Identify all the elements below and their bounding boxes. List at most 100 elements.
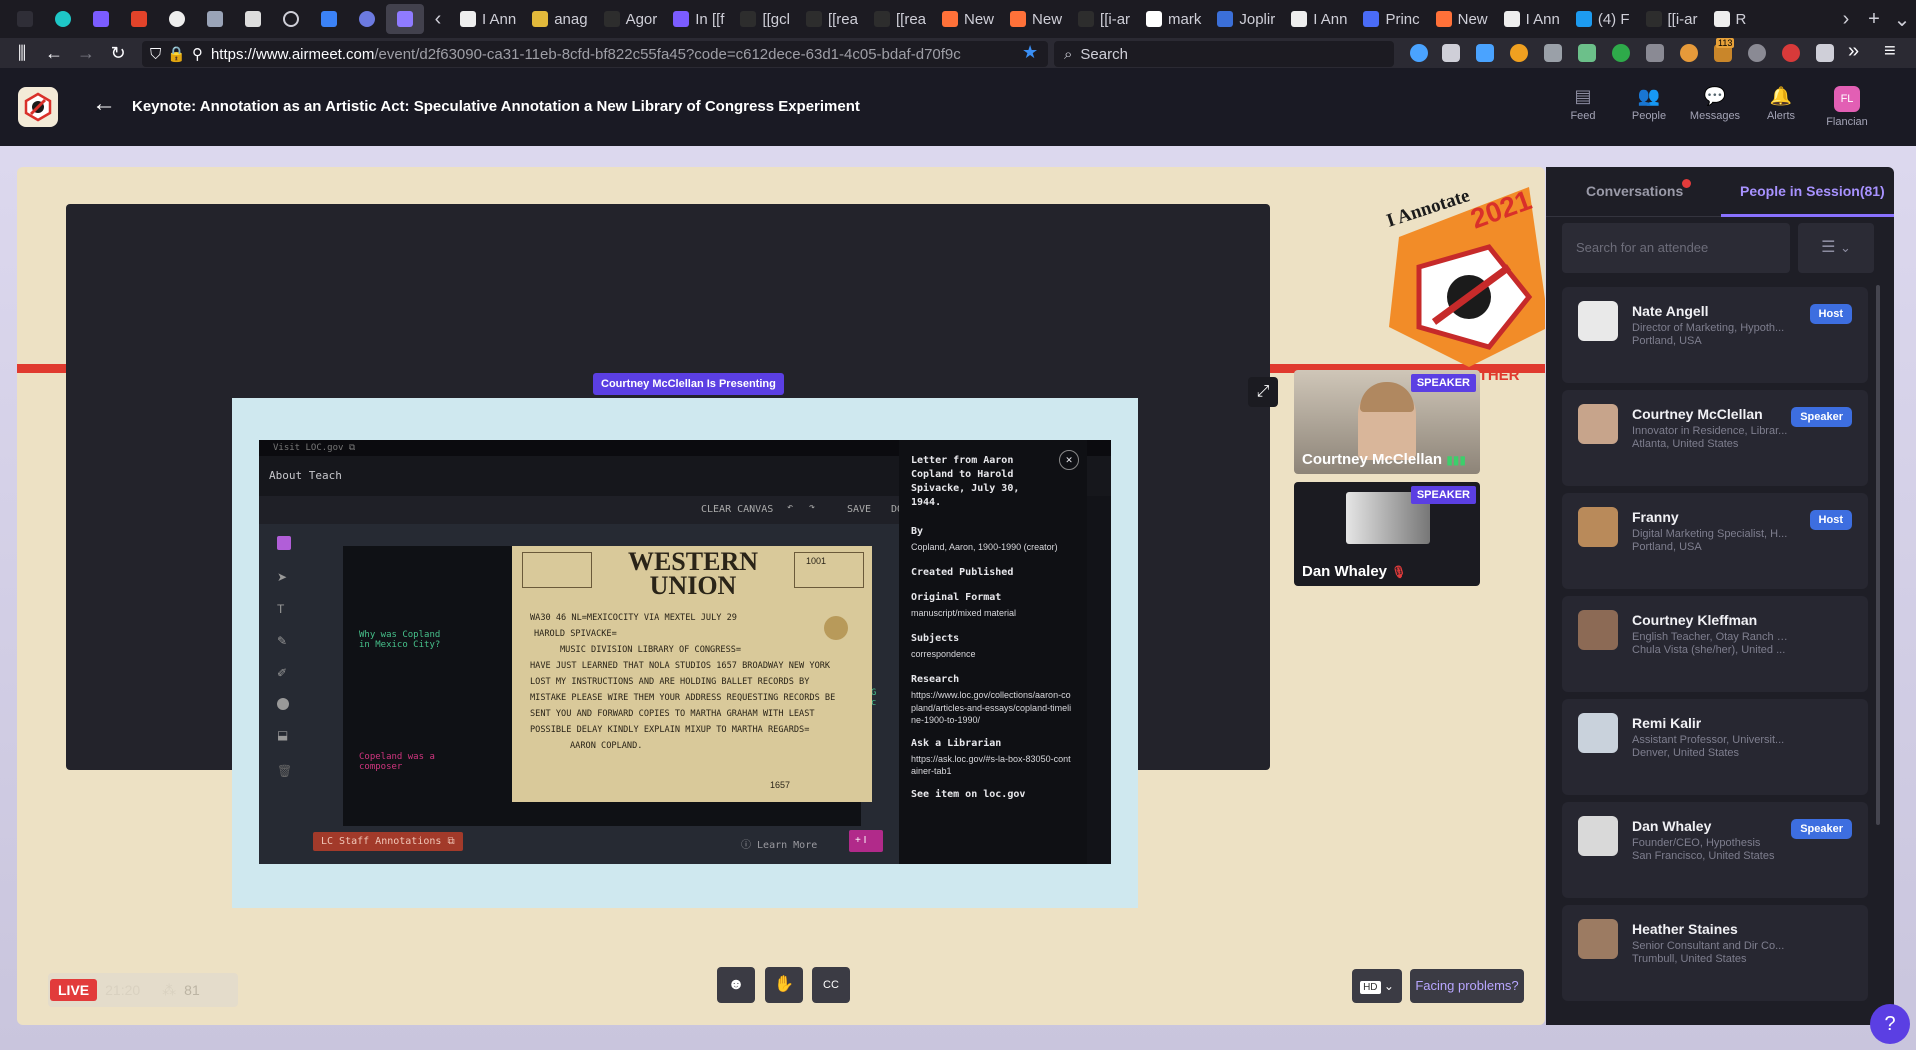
extension-box-icon[interactable] xyxy=(1544,44,1562,62)
url-bar[interactable]: ⛉ 🔒 ⚲ https://www.airmeet.com/event/d2f6… xyxy=(142,41,1048,67)
browser-tab[interactable]: New xyxy=(934,4,1002,34)
pinned-tab[interactable] xyxy=(310,4,348,34)
pinned-tab[interactable] xyxy=(6,4,44,34)
browser-tab[interactable]: Agor xyxy=(596,4,666,34)
learn-more-link: ⓘ Learn More xyxy=(741,840,818,851)
feed-icon: ▤ xyxy=(1574,86,1592,106)
extension-b-icon[interactable] xyxy=(1612,44,1630,62)
attendee-card[interactable]: Nate Angell Director of Marketing, Hypoth… xyxy=(1562,287,1868,383)
extension-badge-icon[interactable]: 113 xyxy=(1714,38,1735,62)
list-view-dropdown[interactable]: ☰ ⌄ xyxy=(1798,223,1874,273)
nav-alerts[interactable]: 🔔 Alerts xyxy=(1746,86,1816,122)
pinned-tab[interactable] xyxy=(158,4,196,34)
attendee-card[interactable]: Heather Staines Senior Consultant and Dir… xyxy=(1562,905,1868,1001)
back-arrow-icon[interactable]: ← xyxy=(92,90,116,118)
browser-tab[interactable]: anag xyxy=(524,4,595,34)
pinned-tab-active[interactable] xyxy=(386,4,424,34)
telegram-body: WA30 46 NL=MEXICOCITY VIA MEXTEL JULY 29… xyxy=(530,610,850,754)
tab-favicon-icon xyxy=(1078,11,1095,27)
scroll-tabs-left-icon[interactable]: ‹ xyxy=(424,8,452,31)
nav-people[interactable]: 👥 People xyxy=(1614,86,1684,122)
pocket-icon[interactable] xyxy=(1442,44,1460,62)
browser-tab[interactable]: [[rea xyxy=(866,4,934,34)
attendee-card[interactable]: Remi Kalir Assistant Professor, Universit… xyxy=(1562,699,1868,795)
overflow-chevron-icon[interactable]: » xyxy=(1848,40,1859,63)
pinned-tab[interactable] xyxy=(234,4,272,34)
tab-people-in-session[interactable]: People in Session(81) xyxy=(1740,183,1885,199)
extension-zotero-icon[interactable] xyxy=(1510,44,1528,62)
app-c-icon xyxy=(93,11,109,27)
extension-reader-icon[interactable] xyxy=(1578,44,1596,62)
back-button[interactable]: ← xyxy=(38,43,70,64)
extension-page-icon[interactable] xyxy=(1646,44,1664,62)
speaker-tile-dan[interactable]: SPEAKER Dan Whaley 🎙 xyxy=(1294,482,1480,586)
speaker-tile-courtney[interactable]: SPEAKER Courtney McClellan ▮▮▮ xyxy=(1294,370,1480,474)
by-label: By xyxy=(911,526,924,537)
raise-hand-button[interactable]: ✋ xyxy=(765,967,803,1003)
browser-tab[interactable]: I Ann xyxy=(1496,4,1568,34)
app-menu-icon[interactable]: ≡ xyxy=(1884,40,1896,63)
facing-problems-button[interactable]: Facing problems? xyxy=(1410,969,1524,1003)
new-tab-button[interactable]: + xyxy=(1860,8,1888,31)
download-icon[interactable] xyxy=(1476,44,1494,62)
nav-messages[interactable]: 💬 Messages xyxy=(1680,86,1750,122)
attendee-search-input[interactable]: Search for an attendee xyxy=(1562,223,1790,273)
library-icon[interactable]: ⫼ xyxy=(6,43,38,64)
browser-tab[interactable]: New xyxy=(1002,4,1070,34)
browser-tab[interactable]: In [[f xyxy=(665,4,732,34)
visit-loc-text: Visit LOC.gov xyxy=(273,443,344,453)
toolbar-shape-icon xyxy=(277,698,289,710)
toolbar-stamp-icon: ⬓ xyxy=(277,728,289,742)
browser-tab[interactable]: New xyxy=(1428,4,1496,34)
pinned-tab[interactable] xyxy=(82,4,120,34)
extension-red-icon[interactable] xyxy=(1782,44,1800,62)
panel-scrollbar[interactable] xyxy=(1876,285,1880,825)
bookmark-star-icon[interactable]: ★ xyxy=(1022,42,1038,63)
emoji-reaction-button[interactable]: ☻ xyxy=(717,967,755,1003)
tab-conversations[interactable]: Conversations xyxy=(1586,183,1683,199)
extension-burger-icon[interactable] xyxy=(1680,44,1698,62)
pinned-tab[interactable] xyxy=(120,4,158,34)
browser-tab-strip: ‹ I Ann anag Agor In [[f [[gcl [[rea [[rea New N… xyxy=(0,0,1916,38)
browser-tab[interactable]: [[i-ar xyxy=(1070,4,1138,34)
nav-feed[interactable]: ▤ Feed xyxy=(1548,86,1618,122)
quality-selector[interactable]: HD ⌄ xyxy=(1352,969,1402,1003)
avatar xyxy=(1578,610,1618,650)
clear-canvas-label: CLEAR CANVAS xyxy=(701,504,774,515)
attendee-card[interactable]: Courtney Kleffman English Teacher, Otay R… xyxy=(1562,596,1868,692)
captions-button[interactable]: CC xyxy=(812,967,850,1003)
help-button[interactable]: ? xyxy=(1870,1004,1910,1044)
browser-tab[interactable]: Joplir xyxy=(1209,4,1283,34)
extension-search-icon[interactable] xyxy=(1410,44,1428,62)
tab-label: New xyxy=(964,10,995,28)
nav-flancian[interactable]: FL Flancian xyxy=(1812,86,1882,128)
attendee-card[interactable]: Courtney McClellan Innovator in Residence… xyxy=(1562,390,1868,486)
browser-tab[interactable]: I Ann xyxy=(452,4,524,34)
browser-tab[interactable]: R xyxy=(1706,4,1755,34)
scroll-tabs-right-icon[interactable]: › xyxy=(1832,8,1860,31)
browser-tab[interactable]: Princ xyxy=(1355,4,1427,34)
pinned-tab[interactable] xyxy=(44,4,82,34)
tab-list: I Ann anag Agor In [[f [[gcl [[rea [[rea New New… xyxy=(452,4,1832,34)
subjects-label: Subjects xyxy=(911,633,960,645)
browser-tab[interactable]: I Ann xyxy=(1283,4,1355,34)
event-logo[interactable] xyxy=(18,87,58,127)
browser-tab[interactable]: [[rea xyxy=(798,4,866,34)
reload-button[interactable]: ↻ xyxy=(102,43,134,64)
pinned-tab[interactable] xyxy=(272,4,310,34)
tab-list-menu-icon[interactable]: ⌄ xyxy=(1888,7,1916,32)
tab-favicon-icon xyxy=(740,11,757,27)
browser-tab[interactable]: mark xyxy=(1138,4,1209,34)
browser-tab[interactable]: [[i-ar xyxy=(1638,4,1706,34)
forward-button[interactable]: → xyxy=(70,43,102,64)
attendee-card[interactable]: Franny Digital Marketing Specialist, H...… xyxy=(1562,493,1868,589)
pinned-tab[interactable] xyxy=(348,4,386,34)
pinned-tab[interactable] xyxy=(196,4,234,34)
search-bar[interactable]: ⌕ Search xyxy=(1054,41,1394,67)
fullscreen-expand-icon[interactable]: ⤢ xyxy=(1248,377,1278,407)
extension-wrench-icon[interactable] xyxy=(1816,44,1834,62)
attendee-card[interactable]: Dan Whaley Founder/CEO, Hypothesis San Fra… xyxy=(1562,802,1868,898)
browser-tab[interactable]: (4) F xyxy=(1568,4,1638,34)
browser-tab[interactable]: [[gcl xyxy=(732,4,798,34)
extension-eye-icon[interactable] xyxy=(1748,44,1766,62)
